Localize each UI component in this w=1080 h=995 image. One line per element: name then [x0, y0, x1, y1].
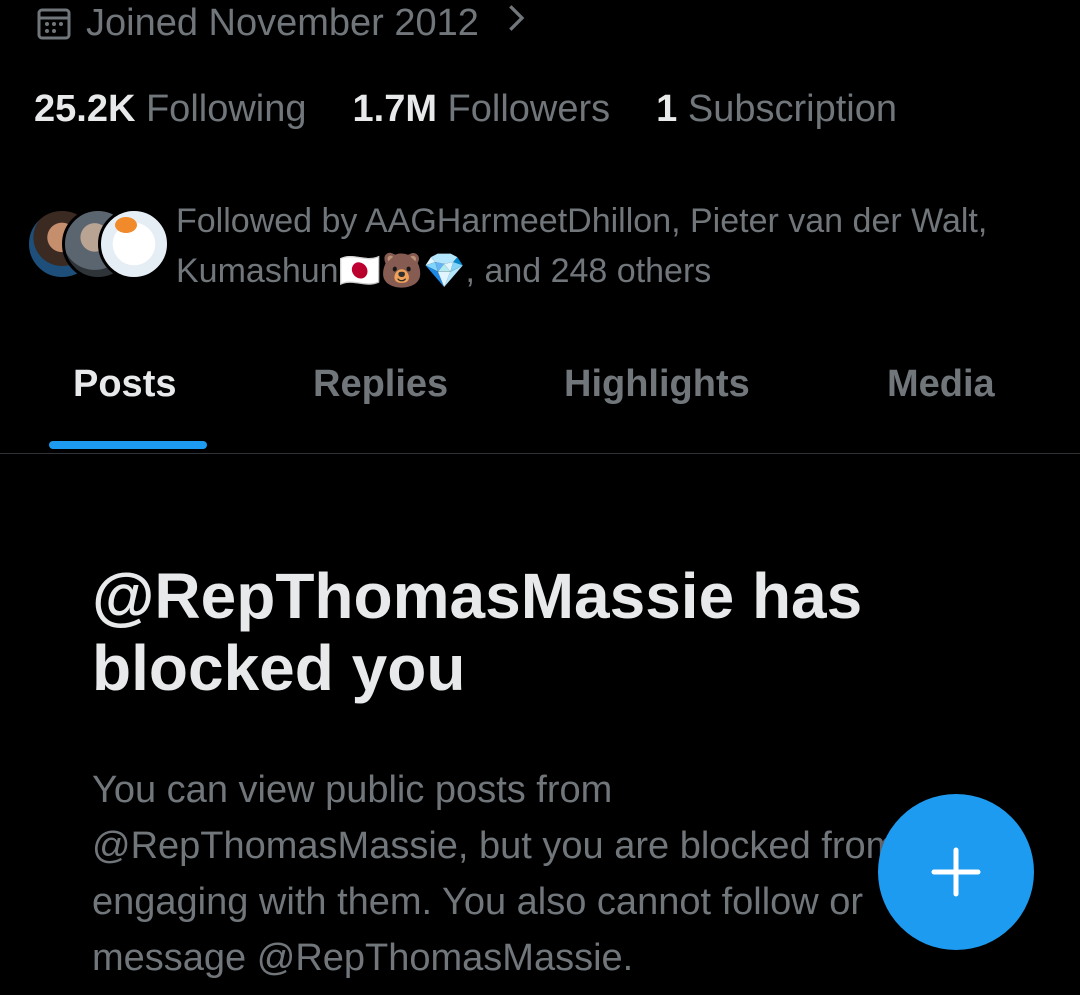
- plus-icon: [931, 847, 981, 897]
- followers-stat[interactable]: 1.7M Followers: [353, 88, 611, 131]
- calendar-icon: [36, 5, 72, 41]
- subscriptions-label: Subscription: [687, 88, 897, 130]
- following-stat[interactable]: 25.2K Following: [34, 88, 307, 131]
- joined-date: Joined November 2012: [36, 0, 527, 46]
- blocked-description: You can view public posts from @RepThoma…: [92, 769, 898, 979]
- tab-posts[interactable]: Posts: [73, 363, 176, 406]
- profile-stats: 25.2K Following 1.7M Followers 1 Subscri…: [34, 88, 897, 131]
- chevron-right-icon[interactable]: [507, 1, 527, 45]
- follower-avatars: [26, 208, 170, 280]
- followed-by[interactable]: Followed by AAGHarmeetDhillon, Pieter va…: [26, 196, 1040, 296]
- avatar: [98, 208, 170, 280]
- followers-label: Followers: [447, 88, 611, 130]
- active-tab-indicator: [49, 441, 207, 449]
- blocked-title: @RepThomasMassie has blocked you: [92, 560, 863, 704]
- tab-highlights[interactable]: Highlights: [564, 363, 750, 406]
- followers-count: 1.7M: [352, 88, 437, 130]
- profile-tabs: Posts Replies Highlights Media: [0, 345, 1080, 454]
- followed-by-text: Followed by AAGHarmeetDhillon, Pieter va…: [176, 202, 988, 290]
- tab-replies[interactable]: Replies: [313, 363, 448, 406]
- following-label: Following: [145, 88, 307, 130]
- joined-text: Joined November 2012: [86, 1, 479, 44]
- following-count: 25.2K: [34, 88, 136, 130]
- subscriptions-stat[interactable]: 1 Subscription: [656, 88, 897, 131]
- compose-button[interactable]: [878, 794, 1034, 950]
- tab-media[interactable]: Media: [887, 363, 995, 406]
- subscriptions-count: 1: [656, 88, 678, 130]
